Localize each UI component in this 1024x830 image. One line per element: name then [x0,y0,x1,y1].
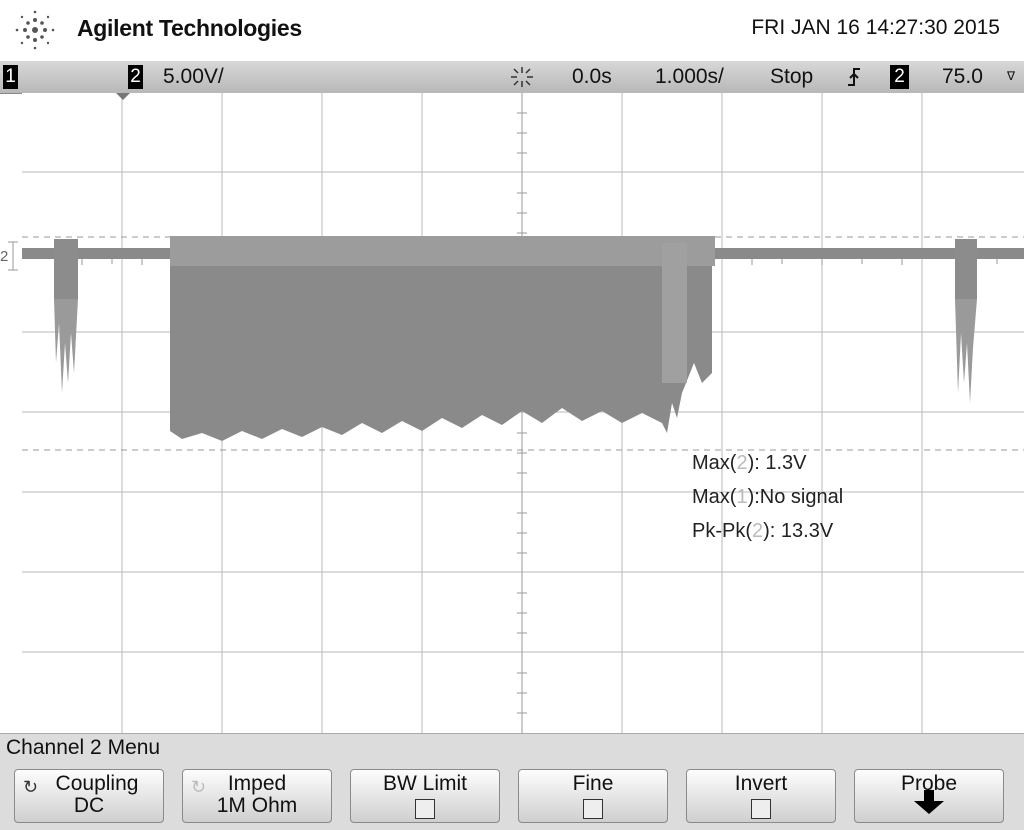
cursor-spark-icon [511,67,533,87]
measurement-max-ch1: Max(1):No signal [692,486,844,508]
time-per-div: 1.000s/ [655,65,724,88]
channel-2-indicator[interactable]: 2 [128,65,143,89]
time-offset: 0.0s [572,65,612,88]
imped-softkey[interactable]: ↻ Imped 1M Ohm [182,769,332,823]
time-reference-marker [116,93,130,100]
datetime: FRI JAN 16 14:27:30 2015 [751,16,1000,39]
invert-checkbox[interactable] [751,799,771,819]
header: Agilent Technologies FRI JAN 16 14:27:30… [0,0,1024,60]
waveform-display[interactable] [22,93,1024,733]
invert-softkey[interactable]: Invert [686,769,836,823]
trigger-source-indicator[interactable]: 2 [890,65,909,89]
fine-checkbox[interactable] [583,799,603,819]
status-bar: 1 2 5.00V/ 0.0s 1.000s/ Stop 2 75.0 ∇ [0,61,1024,94]
bw-limit-softkey[interactable]: BW Limit [350,769,500,823]
coupling-softkey[interactable]: ↻ Coupling DC [14,769,164,823]
menu-title: Channel 2 Menu [6,736,161,759]
rotate-knob-icon: ↻ [191,777,207,797]
rotate-knob-icon: ↻ [23,777,39,797]
volt-unit-icon: ∇ [1007,69,1016,83]
measurement-pkpk-ch2: Pk-Pk(2): 13.3V [692,520,834,542]
measurement-max-ch2: Max(2): 1.3V [692,452,807,474]
agilent-spark-logo-icon [15,10,55,50]
trigger-edge-icon [848,68,860,86]
channel-1-indicator[interactable]: 1 [3,65,18,89]
bw-limit-checkbox[interactable] [415,799,435,819]
probe-softkey[interactable]: Probe [854,769,1004,823]
brand-name: Agilent Technologies [77,15,302,41]
submenu-arrow-icon [914,790,944,814]
run-state[interactable]: Stop [770,65,813,89]
fine-softkey[interactable]: Fine [518,769,668,823]
channel-2-trace [22,236,1024,441]
volts-per-div: 5.00V/ [163,65,224,88]
trigger-level: 75.0 [942,65,983,88]
